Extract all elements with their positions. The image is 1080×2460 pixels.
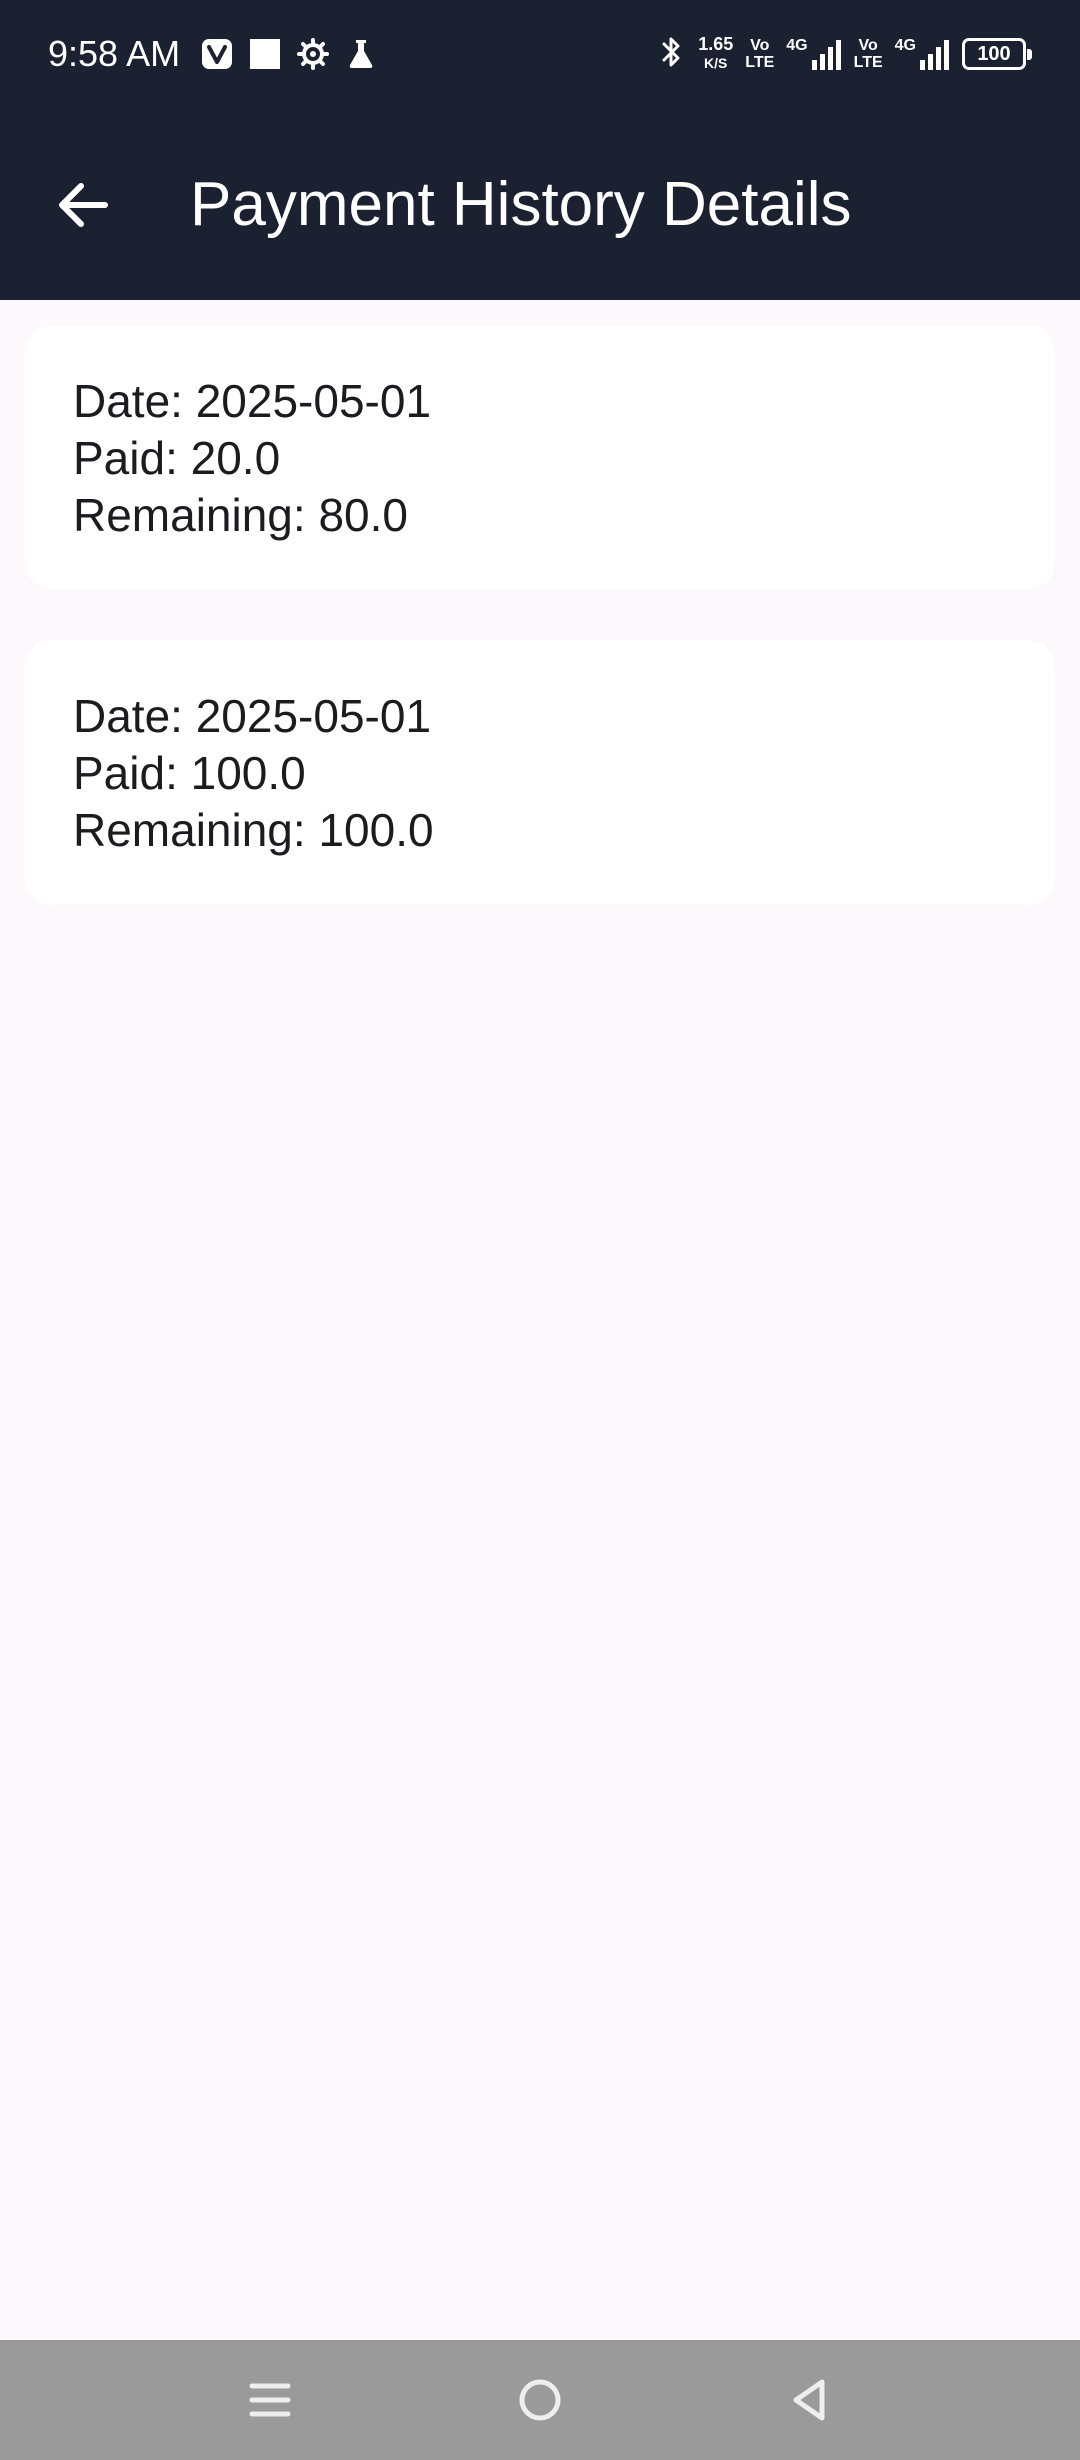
payment-card[interactable]: Date: 2025-05-01 Paid: 20.0 Remaining: 8… — [25, 325, 1055, 590]
menu-icon — [249, 2383, 291, 2417]
back-triangle-icon — [793, 2379, 825, 2421]
status-time: 9:58 AM — [48, 33, 181, 74]
volte-1-bottom: LTE — [745, 54, 775, 71]
screen: 9:58 AM 1.65 K/S Vo LTE 4G Vo LTE 4G 100… — [0, 0, 1080, 2460]
bluetooth-icon — [658, 34, 686, 75]
volte-2-bottom: LTE — [853, 54, 883, 71]
payment-paid: Paid: 100.0 — [73, 747, 306, 799]
system-back-button[interactable] — [780, 2370, 840, 2430]
payment-paid: Paid: 20.0 — [73, 432, 281, 484]
network-speed-unit: K/S — [704, 55, 728, 71]
payment-remaining: Remaining: 100.0 — [73, 804, 434, 856]
back-button[interactable] — [48, 170, 118, 240]
arrow-left-icon — [59, 183, 108, 227]
signal-sim1: 4G — [786, 38, 841, 70]
signal-icon — [811, 40, 841, 70]
payment-remaining: Remaining: 80.0 — [73, 489, 408, 541]
gear-icon — [296, 37, 330, 71]
recent-apps-button[interactable] — [240, 2370, 300, 2430]
volte-indicator-2: Vo LTE — [854, 37, 883, 71]
home-button[interactable] — [510, 2370, 570, 2430]
status-bar: 9:58 AM 1.65 K/S Vo LTE 4G Vo LTE 4G 100 — [0, 0, 1080, 110]
flask-icon — [344, 37, 378, 71]
payment-date: Date: 2025-05-01 — [73, 375, 432, 427]
vivaldi-icon — [200, 37, 234, 71]
volte-2-top: Vo — [858, 37, 878, 54]
home-circle-icon — [519, 2379, 561, 2421]
network-speed: 1.65 K/S — [698, 35, 733, 73]
payment-history-list: Date: 2025-05-01 Paid: 20.0 Remaining: 8… — [25, 325, 1055, 955]
volte-1-top: Vo — [750, 37, 770, 54]
sim2-network-label: 4G — [894, 37, 916, 54]
payment-date: Date: 2025-05-01 — [73, 690, 432, 742]
signal-icon — [920, 40, 949, 70]
battery-level: 100 — [977, 43, 1011, 65]
system-navigation-bar — [0, 2340, 1080, 2460]
signal-sim2: 4G — [895, 38, 950, 70]
notification-icons — [200, 36, 378, 72]
status-right-icons: 1.65 K/S Vo LTE 4G Vo LTE 4G 100 — [658, 30, 1032, 78]
sim1-network-label: 4G — [786, 37, 808, 54]
square-notification-icon — [248, 37, 282, 71]
volte-indicator-1: Vo LTE — [745, 37, 774, 71]
page-title: Payment History Details — [190, 170, 852, 239]
network-speed-value: 1.65 — [698, 34, 734, 54]
payment-card[interactable]: Date: 2025-05-01 Paid: 100.0 Remaining: … — [25, 640, 1055, 905]
app-bar: Payment History Details — [0, 110, 1080, 300]
battery-icon: 100 — [962, 38, 1032, 70]
